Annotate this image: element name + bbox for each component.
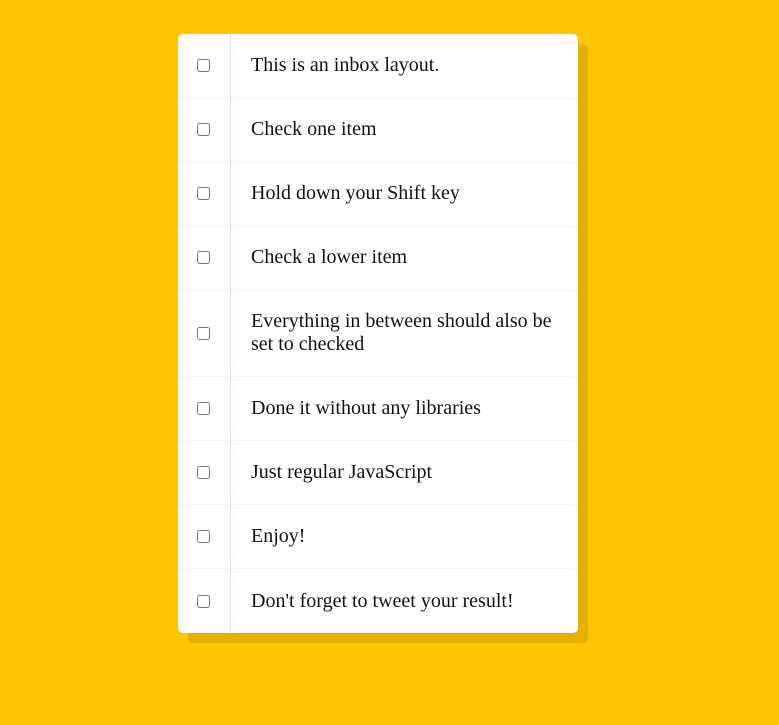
inbox-item[interactable]: Don't forget to tweet your result! — [178, 569, 578, 633]
item-checkbox[interactable] — [196, 402, 210, 415]
item-checkbox[interactable] — [196, 326, 210, 340]
checkbox-cell — [178, 377, 231, 440]
inbox-item[interactable]: This is an inbox layout. — [178, 34, 578, 98]
item-label: Hold down your Shift key — [251, 182, 460, 204]
item-label: Don't forget to tweet your result! — [251, 589, 514, 612]
item-label: Enjoy! — [251, 525, 306, 547]
inbox-panel: This is an inbox layout. Check one item … — [178, 34, 578, 633]
checkbox-cell — [178, 162, 231, 225]
item-checkbox[interactable] — [196, 123, 210, 136]
item-label: Everything in between should also be set… — [251, 310, 552, 355]
inbox-item[interactable]: Just regular JavaScript — [178, 441, 578, 505]
item-label: This is an inbox layout. — [251, 54, 440, 76]
inbox-item[interactable]: Done it without any libraries — [178, 377, 578, 441]
item-checkbox[interactable] — [196, 59, 210, 72]
inbox-item[interactable]: Hold down your Shift key — [178, 162, 578, 226]
item-checkbox[interactable] — [196, 594, 210, 608]
item-label: Check a lower item — [251, 246, 408, 268]
item-label: Check one item — [251, 118, 377, 140]
item-checkbox[interactable] — [196, 530, 210, 543]
checkbox-cell — [178, 441, 231, 504]
item-checkbox[interactable] — [196, 251, 210, 264]
item-checkbox[interactable] — [196, 466, 210, 479]
inbox-item[interactable]: Check a lower item — [178, 226, 578, 290]
checkbox-cell — [178, 290, 231, 376]
checkbox-cell — [178, 98, 231, 161]
checkbox-cell — [178, 569, 231, 633]
checkbox-cell — [178, 226, 231, 289]
inbox-item[interactable]: Check one item — [178, 98, 578, 162]
item-checkbox[interactable] — [196, 187, 210, 200]
item-label: Just regular JavaScript — [251, 461, 433, 483]
inbox-item[interactable]: Enjoy! — [178, 505, 578, 569]
inbox-item[interactable]: Everything in between should also be set… — [178, 290, 578, 377]
checkbox-cell — [178, 505, 231, 568]
item-label: Done it without any libraries — [251, 397, 481, 419]
checkbox-cell — [178, 34, 231, 97]
